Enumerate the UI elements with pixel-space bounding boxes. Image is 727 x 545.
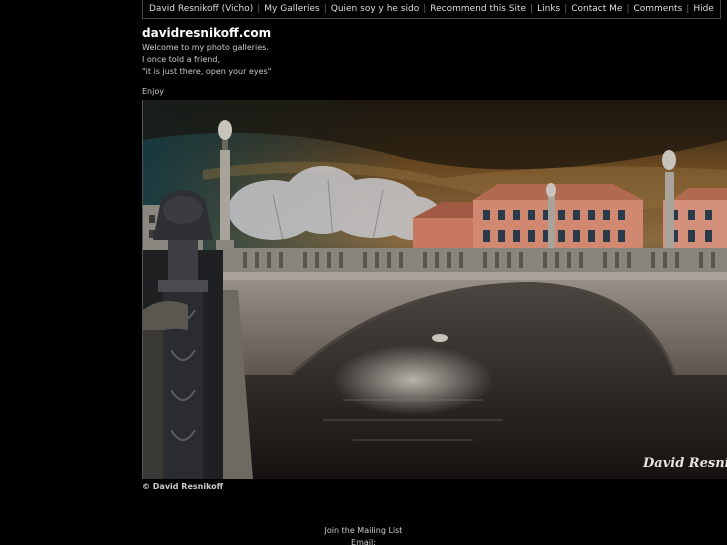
- photo-bridge-image: David Resnik: [143, 100, 727, 479]
- nav-separator: |: [323, 4, 327, 14]
- photo-copyright: © David Resnikoff: [142, 482, 224, 491]
- mailing-list-label: Join the Mailing List: [324, 526, 403, 535]
- nav-link-contact[interactable]: Contact Me: [571, 4, 622, 14]
- nav-separator: |: [257, 4, 261, 14]
- nav-link-hide[interactable]: Hide: [693, 4, 714, 14]
- nav-link-comments[interactable]: Comments: [633, 4, 682, 14]
- nav-link-home[interactable]: David Resnikoff (Vicho): [149, 4, 253, 14]
- nav-separator: |: [686, 4, 690, 14]
- email-label: Email:: [351, 538, 376, 545]
- nav-link-links[interactable]: Links: [537, 4, 560, 14]
- page: David Resnikoff (Vicho) | My Galleries |…: [0, 0, 727, 545]
- site-title: davidresnikoff.com: [142, 26, 272, 40]
- photo-signature: David Resnik: [642, 456, 727, 471]
- nav-link-my-galleries[interactable]: My Galleries: [264, 4, 319, 14]
- nav-separator: |: [530, 4, 534, 14]
- nav-link-recommend[interactable]: Recommend this Site: [430, 4, 526, 14]
- nav-separator: |: [626, 4, 630, 14]
- featured-photo[interactable]: David Resnik: [142, 100, 727, 479]
- intro-line: "it is just there, open your eyes": [142, 67, 272, 76]
- intro-text: Welcome to my photo galleries. I once to…: [142, 42, 271, 78]
- intro-line: Welcome to my photo galleries.: [142, 43, 269, 52]
- nav-link-quien-soy[interactable]: Quien soy y he sido: [331, 4, 419, 14]
- nav-separator: |: [564, 4, 568, 14]
- mailing-list-section: Join the Mailing List Email:: [0, 525, 727, 545]
- nav-separator: |: [423, 4, 427, 14]
- top-nav-bar: David Resnikoff (Vicho) | My Galleries |…: [142, 0, 721, 19]
- intro-line: I once told a friend,: [142, 55, 220, 64]
- enjoy-text: Enjoy: [142, 87, 164, 96]
